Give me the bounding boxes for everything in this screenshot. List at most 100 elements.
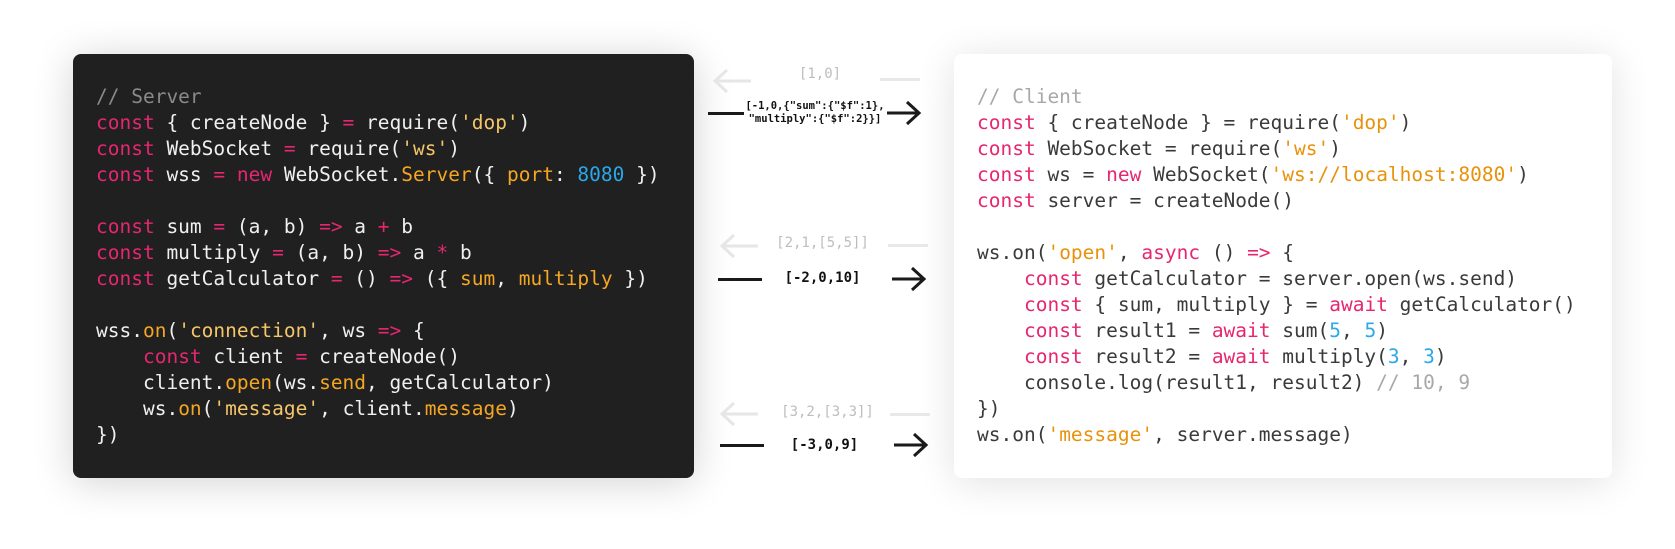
code-token: ) [506, 397, 519, 420]
code-token: = [295, 345, 308, 368]
code-token: , client. [319, 397, 425, 420]
code-token: client. [96, 371, 226, 394]
code-token: WebSocket [154, 137, 284, 160]
code-token: ) [1376, 319, 1388, 342]
code-token: result2 = [1082, 345, 1212, 368]
code-token: const [1023, 319, 1083, 342]
code-line: const WebSocket = require('ws') [977, 136, 1576, 162]
code-token: getCalculator = server.open(ws.send) [1082, 267, 1518, 290]
outgoing-message-1: [-1,0,{"sum":{"$f":1}, "multiply":{"$f":… [745, 100, 885, 125]
code-line: const result1 = await sum(5, 5) [977, 318, 1576, 344]
code-token: await [1211, 345, 1271, 368]
code-token: () [1200, 241, 1248, 264]
code-token: // 10, 9 [1376, 371, 1471, 394]
code-line: // Client [977, 84, 1576, 110]
code-token: ) [1434, 345, 1447, 368]
code-line: const client = createNode() [96, 344, 660, 370]
code-token: 'open' [1047, 241, 1118, 264]
code-token: new [236, 163, 273, 186]
outgoing-bar-3 [720, 444, 764, 447]
server-code-block: // Server const { createNode } = require(… [96, 84, 660, 448]
incoming-bar-3 [890, 413, 930, 416]
code-token: getCalculator() [1387, 293, 1576, 316]
code-token: = [213, 163, 226, 186]
code-token: client [201, 345, 296, 368]
incoming-message-3: [3,2,[3,3]] [781, 404, 874, 420]
code-token: WebSocket = require( [1035, 137, 1283, 160]
code-line: const getCalculator = server.open(ws.sen… [977, 266, 1576, 292]
code-token: WebSocket. [272, 163, 402, 186]
code-token: Server [401, 163, 472, 186]
outgoing-message-2: [-2,0,10] [784, 270, 861, 286]
code-token: { sum, multiply } = [1082, 293, 1330, 316]
code-token: 'ws' [401, 137, 449, 160]
code-line: wss.on('connection', ws => { [96, 318, 660, 344]
outgoing-bar-2 [718, 278, 762, 281]
code-token: message [424, 397, 507, 420]
code-token: 'ws' [1282, 137, 1330, 160]
code-token: { createNode } = require( [1035, 111, 1341, 134]
code-token: + [377, 215, 390, 238]
code-token: const [96, 163, 155, 186]
code-line: const sum = (a, b) => a + b [96, 214, 660, 240]
code-line: // Server [96, 84, 660, 110]
code-token: ) [518, 111, 531, 134]
incoming-bar-2 [888, 244, 928, 247]
code-token: const [977, 137, 1036, 160]
code-line: const server = createNode() [977, 188, 1576, 214]
code-token: { [401, 319, 425, 342]
code-token: 'ws://localhost:8080' [1270, 163, 1518, 186]
code-token: // Server [96, 85, 202, 108]
code-token: new [1106, 163, 1142, 186]
code-token: // Client [977, 85, 1083, 108]
code-token: 'message' [213, 397, 320, 420]
code-token: a [342, 215, 378, 238]
code-line: const wss = new WebSocket.Server({ port:… [96, 162, 660, 188]
code-token: , [1340, 319, 1365, 342]
code-token: const [96, 137, 155, 160]
incoming-arrow-1-icon [712, 68, 751, 94]
code-token: , ws [319, 319, 378, 342]
code-token: 'connection' [178, 319, 320, 342]
code-token: b [448, 241, 472, 264]
code-token: , [1117, 241, 1142, 264]
incoming-arrow-3-icon [719, 401, 758, 427]
code-token: const [1023, 345, 1083, 368]
code-token: sum [459, 267, 496, 290]
code-token: 5 [1329, 319, 1341, 342]
code-token: { [1270, 241, 1295, 264]
code-line: const { sum, multiply } = await getCalcu… [977, 292, 1576, 318]
code-token: => [1247, 241, 1271, 264]
code-token: const [1023, 267, 1083, 290]
code-token: }) [612, 267, 648, 290]
code-token: ws.on( [977, 241, 1048, 264]
code-token: console.log(result1, result2) [977, 371, 1377, 394]
code-line: }) [977, 396, 1576, 422]
code-token: const [977, 189, 1036, 212]
incoming-arrow-2-icon [719, 233, 758, 259]
code-token: : [553, 163, 578, 186]
client-code-panel: // Client const { createNode } = require(… [954, 54, 1612, 478]
code-token: => [389, 267, 414, 290]
code-token: multiply [518, 267, 613, 290]
code-line: const getCalculator = () => ({ sum, mult… [96, 266, 660, 292]
code-token: }) [96, 423, 120, 446]
code-token: (ws. [272, 371, 320, 394]
incoming-bar-1 [880, 78, 920, 81]
code-token: ({ [471, 163, 507, 186]
code-token: 'message' [1047, 423, 1154, 446]
code-token: const [96, 111, 155, 134]
server-code-panel: // Server const { createNode } = require(… [73, 54, 694, 478]
code-token: async [1141, 241, 1201, 264]
code-token: const [1023, 293, 1083, 316]
code-token: { createNode } [154, 111, 343, 134]
code-token: => [377, 319, 402, 342]
code-token: * [436, 241, 449, 264]
code-token: , [495, 267, 519, 290]
code-token: 3 [1423, 345, 1435, 368]
code-line: ws.on('message', client.message) [96, 396, 660, 422]
code-token: createNode() [307, 345, 460, 368]
